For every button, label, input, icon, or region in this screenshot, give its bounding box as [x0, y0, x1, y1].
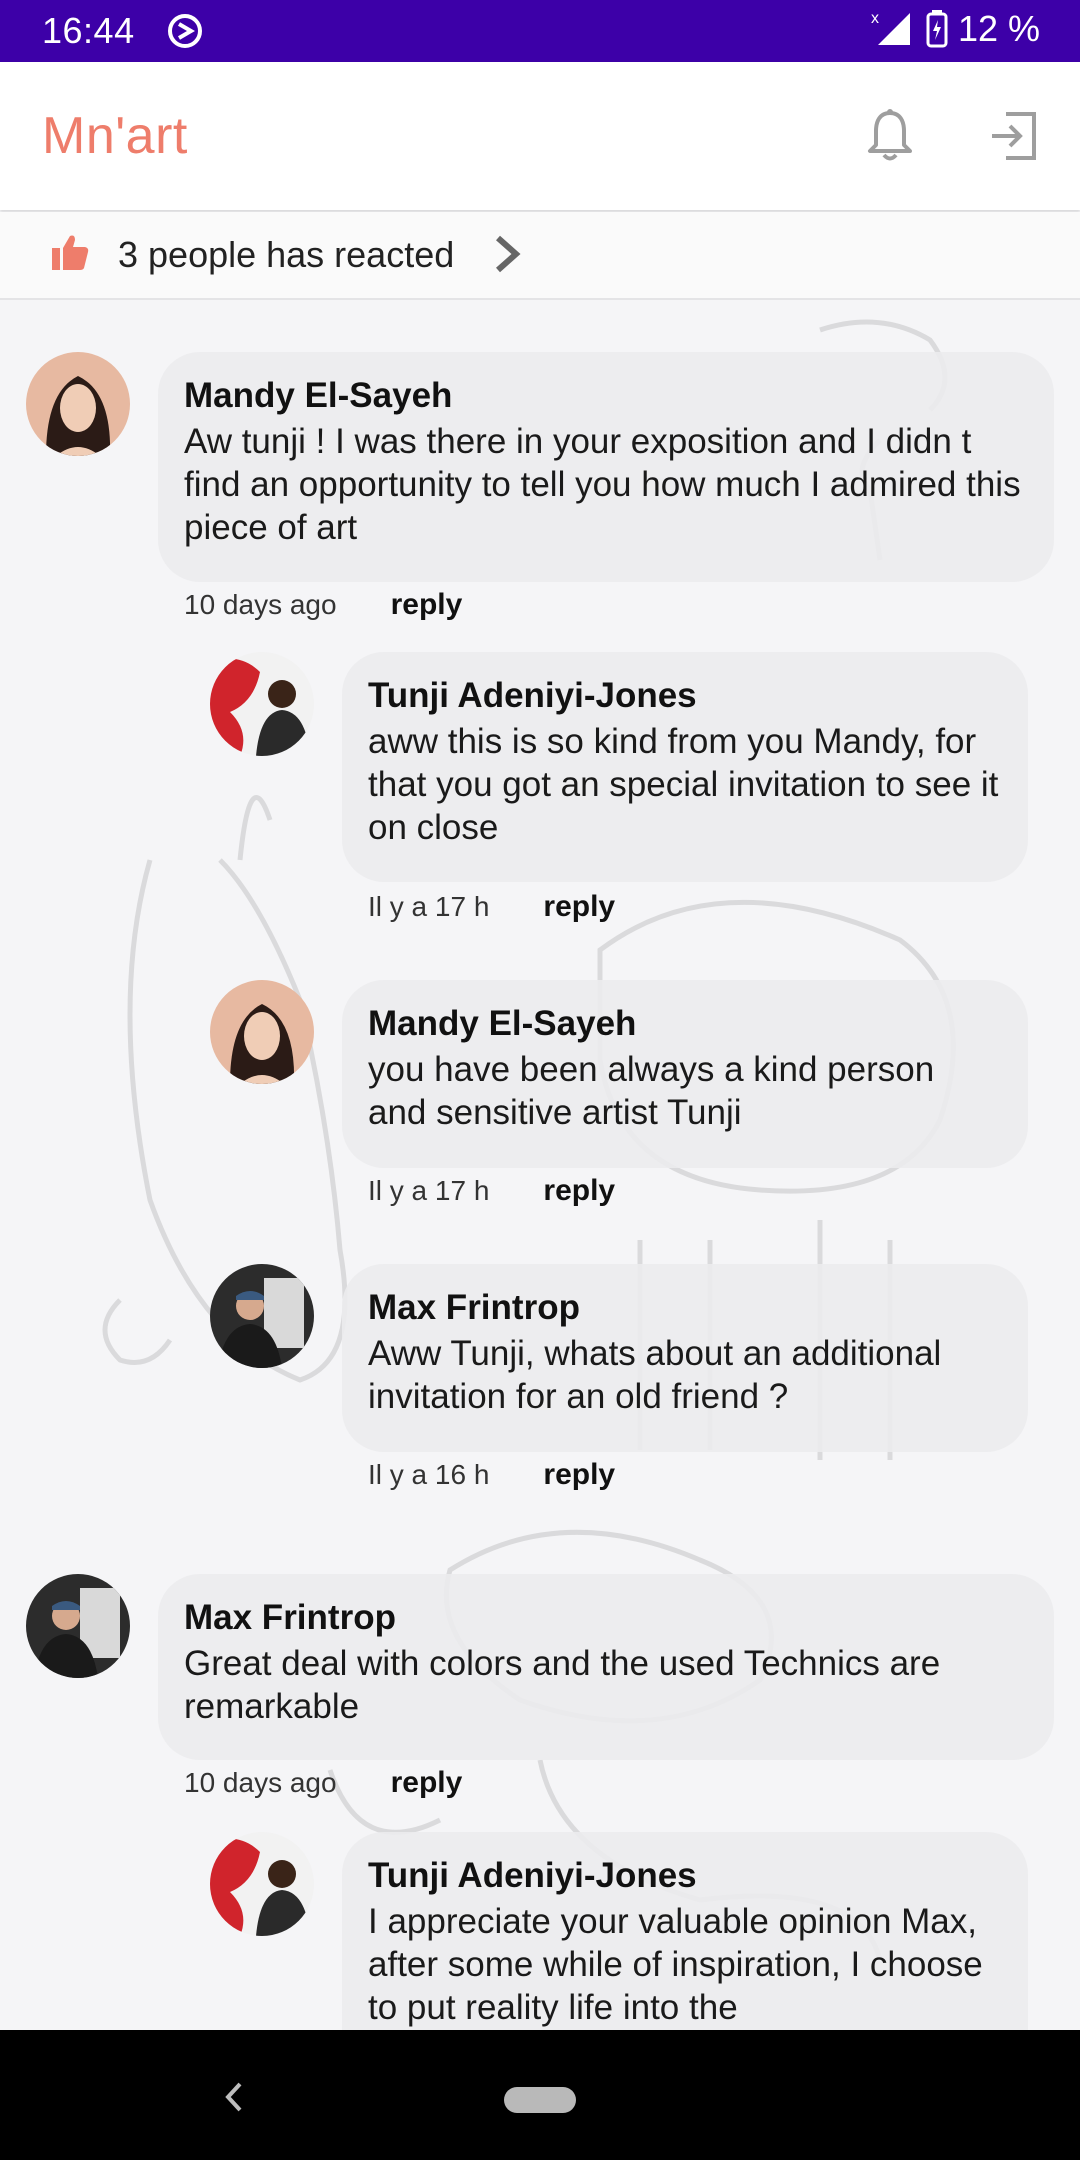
- reactions-bar[interactable]: 3 people has reacted: [0, 212, 1080, 300]
- comment-text: Aw tunji ! I was there in your expositio…: [184, 422, 1021, 547]
- comment-author[interactable]: Tunji Adeniyi-Jones: [368, 1854, 1002, 1898]
- reply-button[interactable]: reply: [543, 1174, 615, 1208]
- logout-icon: [988, 110, 1040, 167]
- avatar-max-frintrop[interactable]: [210, 1264, 314, 1368]
- app-bar: Mn'art: [0, 62, 1080, 210]
- avatar-mandy-el-sayeh[interactable]: [26, 352, 130, 456]
- comment-time: 10 days ago: [184, 589, 337, 620]
- reactions-text: 3 people has reacted: [118, 234, 455, 275]
- comment-text: aww this is so kind from you Mandy, for …: [368, 722, 999, 847]
- thumbs-up-icon: [50, 232, 90, 277]
- comment-bubble: Mandy El-Sayeh Aw tunji ! I was there in…: [158, 352, 1054, 582]
- avatar-mandy-el-sayeh[interactable]: [210, 980, 314, 1084]
- avatar-tunji-adeniyi-jones[interactable]: [210, 652, 314, 756]
- system-nav-bar: [0, 2030, 1080, 2160]
- reply-button[interactable]: reply: [543, 1458, 615, 1492]
- comment-time: Il y a 16 h: [368, 1459, 490, 1490]
- notifications-button[interactable]: [854, 102, 926, 174]
- logout-button[interactable]: [978, 102, 1050, 174]
- status-bar: 16:44 x 12 %: [0, 0, 1080, 62]
- home-pill[interactable]: [504, 2087, 576, 2113]
- app-notification-icon: [166, 12, 204, 55]
- comment-text: I appreciate your valuable opinion Max, …: [368, 1902, 983, 2027]
- comment-time: 10 days ago: [184, 1767, 337, 1798]
- comment-meta: Il y a 17 h reply: [368, 890, 615, 924]
- comment-meta: 10 days ago reply: [184, 1766, 462, 1800]
- comment-author[interactable]: Max Frintrop: [368, 1286, 1002, 1330]
- back-icon[interactable]: [222, 2080, 246, 2119]
- comment-bubble: Mandy El-Sayeh you have been always a ki…: [342, 980, 1028, 1168]
- comment-meta: 10 days ago reply: [184, 588, 462, 622]
- comment-author[interactable]: Mandy El-Sayeh: [184, 374, 1028, 418]
- comment-bubble: Max Frintrop Great deal with colors and …: [158, 1574, 1054, 1760]
- bell-icon: [866, 108, 914, 168]
- battery-icon: [926, 10, 948, 48]
- app-title: Mn'art: [42, 107, 188, 165]
- comment-author[interactable]: Tunji Adeniyi-Jones: [368, 674, 1002, 718]
- comment-time: Il y a 17 h: [368, 891, 490, 922]
- reply-button[interactable]: reply: [391, 1766, 463, 1800]
- reply-button[interactable]: reply: [391, 588, 463, 622]
- comment-meta: Il y a 17 h reply: [368, 1174, 615, 1208]
- battery-percent: 12 %: [957, 8, 1040, 49]
- comment-meta: Il y a 16 h reply: [368, 1458, 615, 1492]
- comment-text: Aww Tunji, whats about an additional inv…: [368, 1334, 942, 1416]
- status-time: 16:44: [42, 10, 135, 51]
- comment-bubble: Max Frintrop Aww Tunji, whats about an a…: [342, 1264, 1028, 1452]
- svg-text:x: x: [871, 10, 879, 27]
- comment-bubble: Tunji Adeniyi-Jones aww this is so kind …: [342, 652, 1028, 882]
- comment-text: Great deal with colors and the used Tech…: [184, 1644, 941, 1726]
- comment-author[interactable]: Mandy El-Sayeh: [368, 1002, 1002, 1046]
- signal-icon: x: [870, 9, 916, 49]
- status-indicators: x 12 %: [870, 8, 1040, 50]
- avatar-tunji-adeniyi-jones[interactable]: [210, 1832, 314, 1936]
- comment-text: you have been always a kind person and s…: [368, 1050, 935, 1132]
- reply-button[interactable]: reply: [543, 890, 615, 924]
- comment-author[interactable]: Max Frintrop: [184, 1596, 1028, 1640]
- comment-time: Il y a 17 h: [368, 1175, 490, 1206]
- chevron-right-icon: [492, 234, 522, 279]
- avatar-max-frintrop[interactable]: [26, 1574, 130, 1678]
